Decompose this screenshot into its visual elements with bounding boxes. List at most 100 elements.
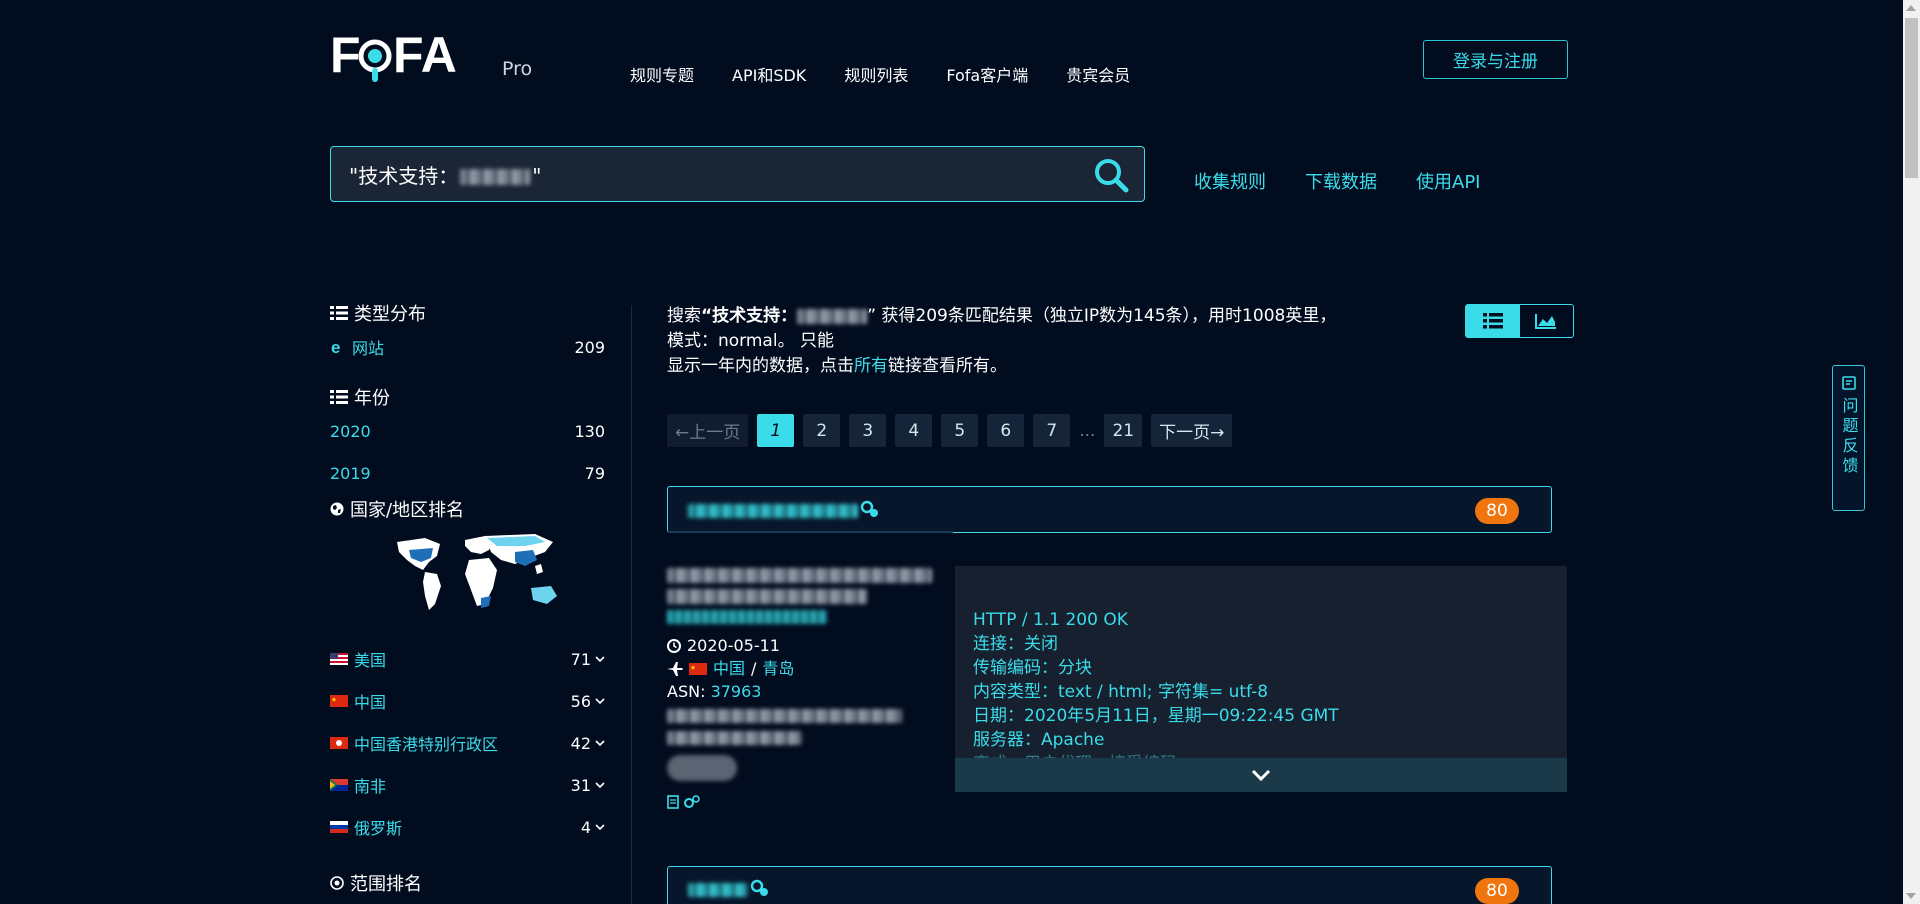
pagination: ←上一页 1 2 3 4 5 6 7 ... 21 下一页→ (667, 414, 1233, 447)
page-4[interactable]: 4 (895, 414, 933, 447)
document-icon[interactable] (667, 795, 680, 809)
chevron-down-icon[interactable] (595, 823, 605, 831)
redacted-text (460, 169, 531, 185)
page-7[interactable]: 7 (1033, 414, 1071, 447)
http-line: 日期：2020年5月11日，星期一09:22:45 GMT (973, 706, 1339, 726)
view-toggle (1465, 304, 1574, 338)
fofa-logo[interactable]: F FA Pro (330, 30, 532, 86)
list-view-button[interactable] (1466, 305, 1520, 337)
filter-sidebar: 类型分布 e 网站 209 年份 2020 130 2019 79 国家/地区排名… (330, 300, 605, 904)
top-nav: 规则专题 API和SDK 规则列表 Fofa客户端 贵宾会员 (630, 62, 1130, 86)
result-date: 2020-05-11 (667, 634, 937, 657)
world-map (397, 534, 557, 610)
redacted-text (797, 308, 868, 324)
nav-rule-topics[interactable]: 规则专题 (630, 62, 694, 86)
year-item-2020[interactable]: 2020 130 (330, 410, 605, 452)
page-21[interactable]: 21 (1104, 414, 1143, 447)
page-6[interactable]: 6 (987, 414, 1025, 447)
link-gear-icon[interactable] (860, 500, 880, 518)
prev-page-button[interactable]: ←上一页 (667, 414, 749, 447)
page-1[interactable]: 1 (757, 414, 795, 447)
result-location: 中国 / 青岛 (667, 657, 937, 680)
nav-fofa-client[interactable]: Fofa客户端 (946, 62, 1028, 86)
http-line: 服务器：Apache (973, 730, 1105, 750)
type-distribution-title: 类型分布 (330, 300, 605, 326)
feedback-tab[interactable]: 问题反馈 (1832, 365, 1865, 511)
us-flag-icon (330, 653, 348, 665)
redacted-title (667, 568, 937, 626)
page-ellipsis: ... (1079, 420, 1096, 441)
result-card-header[interactable]: 80 (667, 866, 1552, 904)
chevron-down-icon[interactable] (595, 739, 605, 747)
za-flag-icon (330, 779, 348, 791)
scroll-up-arrow-icon[interactable] (1906, 5, 1916, 11)
plane-icon (667, 661, 683, 676)
edit-note-icon (1841, 376, 1856, 390)
search-input[interactable]: "技术支持： " (330, 146, 1145, 202)
cn-flag-icon (689, 662, 707, 675)
page-5[interactable]: 5 (941, 414, 979, 447)
http-line: 内容类型：text / html; 字符集= utf-8 (973, 682, 1269, 702)
collect-rule-link[interactable]: 收集规则 (1194, 168, 1266, 194)
sidebar-divider (631, 305, 632, 904)
score-badge: 80 (1475, 878, 1519, 904)
result-tools (667, 795, 937, 809)
country-link[interactable]: 中国 (713, 657, 745, 680)
chevron-down-icon[interactable] (595, 781, 605, 789)
logo-pro-badge: Pro (502, 58, 533, 80)
redacted-org (667, 709, 937, 781)
chevron-down-icon[interactable] (595, 655, 605, 663)
all-data-link[interactable]: 所有 (854, 356, 888, 376)
chevron-down-icon (1251, 769, 1271, 781)
result-meta: 2020-05-11 中国 / 青岛 ASN: 37963 (667, 568, 937, 809)
download-data-link[interactable]: 下载数据 (1305, 168, 1377, 194)
scrollbar-thumb[interactable] (1905, 18, 1918, 178)
chevron-down-icon[interactable] (595, 697, 605, 705)
svg-text:FA: FA (393, 30, 457, 83)
gears-icon[interactable] (684, 795, 700, 809)
score-badge: 80 (1475, 498, 1519, 524)
type-item-website[interactable]: e 网站 209 (330, 326, 605, 368)
page-3[interactable]: 3 (849, 414, 887, 447)
redacted-host-link[interactable] (688, 504, 858, 518)
area-chart-icon (1535, 314, 1557, 329)
list-icon (330, 306, 348, 320)
redacted-host-link[interactable] (688, 883, 748, 897)
page-2[interactable]: 2 (803, 414, 841, 447)
city-link[interactable]: 青岛 (762, 657, 794, 680)
next-page-button[interactable]: 下一页→ (1151, 414, 1233, 447)
chart-view-button[interactable] (1520, 305, 1574, 337)
year-item-2019[interactable]: 2019 79 (330, 452, 605, 494)
use-api-link[interactable]: 使用API (1416, 168, 1480, 194)
country-item-china[interactable]: 中国 56 (330, 680, 605, 722)
login-register-button[interactable]: 登录与注册 (1423, 40, 1568, 79)
target-icon (330, 876, 344, 890)
http-line: 传输编码：分块 (973, 658, 1092, 678)
link-gear-icon[interactable] (750, 879, 770, 897)
http-response-panel: HTTP / 1.1 200 OK 连接：关闭 传输编码：分块 内容类型：tex… (955, 566, 1567, 792)
result-summary: 搜索“技术支持：” 获得209条匹配结果（独立IP数为145条），用时1008英… (667, 306, 1337, 376)
fofa-logo-mark: F FA (330, 30, 457, 83)
country-item-russia[interactable]: 俄罗斯 4 (330, 806, 605, 848)
svg-text:e: e (331, 339, 340, 355)
result-card-header[interactable]: 80 (667, 486, 1552, 533)
nav-api-sdk[interactable]: API和SDK (732, 62, 806, 86)
page-scrollbar[interactable] (1903, 0, 1920, 904)
country-ranking-title: 国家/地区排名 (330, 496, 605, 522)
scroll-down-arrow-icon[interactable] (1906, 893, 1916, 899)
hk-flag-icon (330, 737, 348, 749)
country-item-hong-kong[interactable]: 中国香港特别行政区 42 (330, 722, 605, 764)
expand-response-button[interactable] (955, 758, 1567, 792)
country-item-south-africa[interactable]: 南非 31 (330, 764, 605, 806)
list-icon (330, 390, 348, 404)
ie-icon: e (331, 339, 340, 355)
http-line: HTTP / 1.1 200 OK (973, 610, 1128, 630)
search-icon[interactable] (1092, 156, 1130, 194)
ru-flag-icon (330, 821, 348, 833)
nav-vip-member[interactable]: 贵宾会员 (1066, 62, 1130, 86)
country-item-usa[interactable]: 美国 71 (330, 638, 605, 680)
asn-link[interactable]: 37963 (711, 682, 762, 701)
year-title: 年份 (330, 384, 605, 410)
search-query-text: "技术支持： " (349, 163, 542, 188)
nav-rule-list[interactable]: 规则列表 (844, 62, 908, 86)
